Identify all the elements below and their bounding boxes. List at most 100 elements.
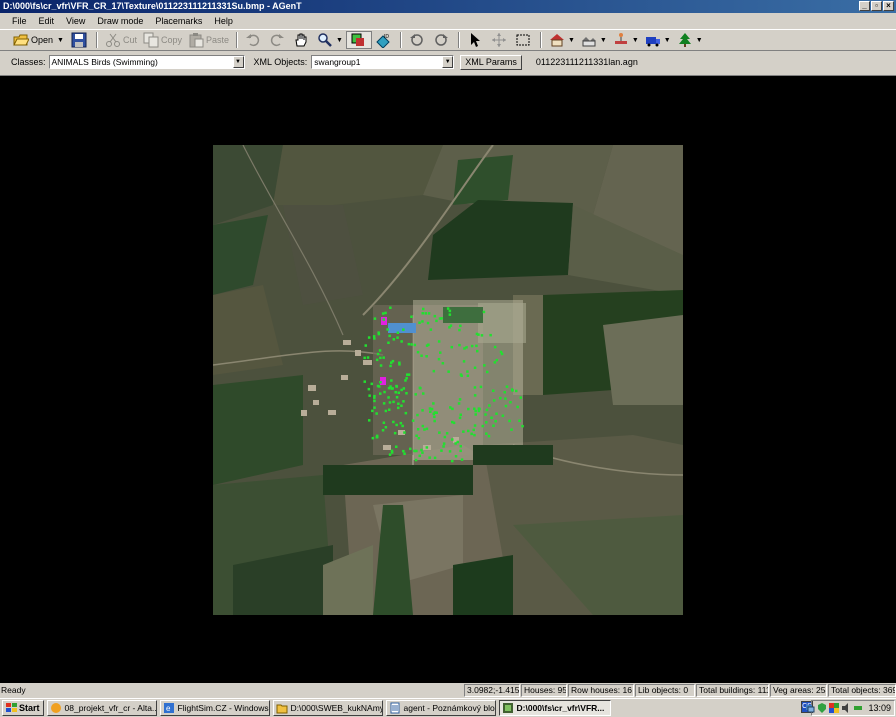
vegetation-marker[interactable] [378, 349, 382, 352]
vegetation-marker[interactable] [388, 401, 392, 404]
vegetation-marker[interactable] [425, 427, 429, 431]
vegetation-marker[interactable] [424, 312, 428, 315]
xml-object-tool-button[interactable]: ▼ [642, 31, 674, 49]
vegetation-marker[interactable] [375, 434, 379, 438]
vegetation-marker[interactable] [373, 317, 377, 320]
vegetation-marker[interactable] [479, 385, 483, 389]
library-object-tool-button[interactable]: ▼ [610, 31, 642, 49]
vegetation-marker[interactable] [470, 432, 473, 436]
vegetation-marker[interactable] [403, 431, 406, 434]
vegetation-marker[interactable] [460, 458, 464, 461]
zoom-dropdown-icon[interactable]: ▼ [336, 37, 343, 44]
vegetation-marker[interactable] [403, 452, 406, 456]
vegetation-marker[interactable] [396, 336, 399, 339]
vegetation-marker[interactable] [387, 396, 390, 399]
vegetation-tool-button[interactable]: ▼ [674, 31, 706, 49]
vegetation-marker[interactable] [405, 376, 408, 380]
vegetation-marker[interactable] [432, 369, 436, 373]
vegetation-marker[interactable] [368, 394, 371, 397]
menu-help[interactable]: Help [208, 14, 239, 28]
vegetation-marker[interactable] [448, 450, 452, 453]
vegetation-marker[interactable] [379, 356, 382, 360]
vegetation-marker[interactable] [508, 419, 511, 423]
vegetation-marker[interactable] [421, 320, 424, 323]
vegetation-marker[interactable] [429, 410, 432, 414]
house-tool-button[interactable]: ▼ [546, 31, 578, 49]
vegetation-marker[interactable] [454, 442, 457, 445]
classes-combobox[interactable]: ANIMALS Birds (Swimming) ▼ [48, 55, 245, 69]
minimize-button[interactable]: _ [859, 1, 870, 11]
vegetation-marker[interactable] [442, 442, 446, 445]
vegetation-marker[interactable] [397, 402, 400, 406]
vegetation-marker[interactable] [494, 420, 497, 423]
vegetation-marker[interactable] [391, 387, 394, 390]
vegetation-marker[interactable] [387, 341, 390, 345]
vegetation-marker[interactable] [397, 406, 400, 410]
vegetation-marker[interactable] [519, 396, 523, 399]
vegetation-marker[interactable] [394, 391, 398, 394]
vegetation-marker[interactable] [425, 446, 429, 449]
zoom-button[interactable]: ▼ [314, 31, 346, 49]
vegetation-marker[interactable] [395, 445, 398, 449]
vegetation-marker[interactable] [458, 343, 461, 347]
vegetation-marker[interactable] [515, 389, 518, 393]
vegetation-marker[interactable] [473, 386, 477, 389]
vegetation-marker[interactable] [440, 317, 443, 320]
vegetation-marker[interactable] [414, 393, 418, 396]
vegetation-marker[interactable] [417, 437, 421, 440]
vegetation-marker[interactable] [395, 423, 398, 427]
vegetation-marker[interactable] [473, 424, 477, 427]
vegetation-marker[interactable] [492, 399, 496, 402]
vegetation-marker[interactable] [474, 413, 478, 416]
vegetation-marker[interactable] [407, 342, 411, 346]
network-icon[interactable] [805, 703, 815, 713]
vegetation-marker[interactable] [521, 424, 524, 428]
vegetation-marker[interactable] [390, 449, 394, 453]
vegetation-marker[interactable] [493, 345, 497, 349]
vegetation-marker[interactable] [401, 424, 404, 428]
vegetation-marker[interactable] [451, 459, 454, 463]
taskbar-item-altova[interactable]: 08_projekt_vfr_cr - Alta... [46, 700, 157, 716]
vegetation-marker[interactable] [367, 387, 371, 391]
vegetation-marker[interactable] [480, 334, 484, 337]
vegetation-dropdown-icon[interactable]: ▼ [696, 37, 703, 44]
vegetation-marker[interactable] [433, 419, 436, 423]
vegetation-marker[interactable] [418, 454, 422, 458]
vegetation-marker[interactable] [516, 405, 519, 409]
vegetation-marker[interactable] [405, 392, 408, 395]
row-house-tool-button[interactable]: ▼ [578, 31, 610, 49]
vegetation-marker[interactable] [466, 370, 469, 373]
vegetation-marker[interactable] [448, 309, 452, 313]
cut-button[interactable]: Cut [102, 31, 140, 49]
vegetation-marker[interactable] [470, 344, 474, 348]
vegetation-marker[interactable] [386, 328, 389, 331]
vegetation-marker[interactable] [363, 380, 367, 383]
rotate-left-button[interactable] [406, 31, 430, 49]
vegetation-marker[interactable] [414, 458, 418, 462]
vegetation-marker[interactable] [421, 409, 424, 412]
vegetation-marker[interactable] [446, 307, 450, 310]
vegetation-marker[interactable] [473, 394, 477, 397]
shield-icon[interactable] [817, 703, 827, 713]
vegetation-marker[interactable] [399, 421, 403, 425]
vegetation-marker[interactable] [384, 311, 387, 315]
vegetation-marker[interactable] [382, 356, 385, 359]
vegetation-marker[interactable] [418, 321, 421, 325]
vegetation-marker[interactable] [473, 407, 476, 411]
vegetation-marker[interactable] [459, 413, 463, 417]
vegetation-marker[interactable] [415, 434, 418, 438]
vegetation-marker[interactable] [388, 408, 391, 412]
vegetation-marker[interactable] [375, 358, 379, 362]
vegetation-marker[interactable] [373, 399, 376, 403]
taskbar-item-notepad[interactable]: agent - Poznámkový blok [385, 700, 496, 716]
vegetation-marker[interactable] [477, 333, 480, 336]
vegetation-marker[interactable] [492, 424, 495, 428]
vegetation-marker[interactable] [503, 391, 507, 394]
vegetation-marker[interactable] [504, 397, 507, 400]
vegetation-marker[interactable] [499, 350, 503, 354]
vegetation-marker[interactable] [495, 412, 498, 416]
vegetation-marker[interactable] [423, 428, 426, 431]
vegetation-marker[interactable] [463, 347, 466, 350]
vegetation-marker[interactable] [381, 312, 385, 315]
vegetation-marker[interactable] [397, 391, 401, 395]
